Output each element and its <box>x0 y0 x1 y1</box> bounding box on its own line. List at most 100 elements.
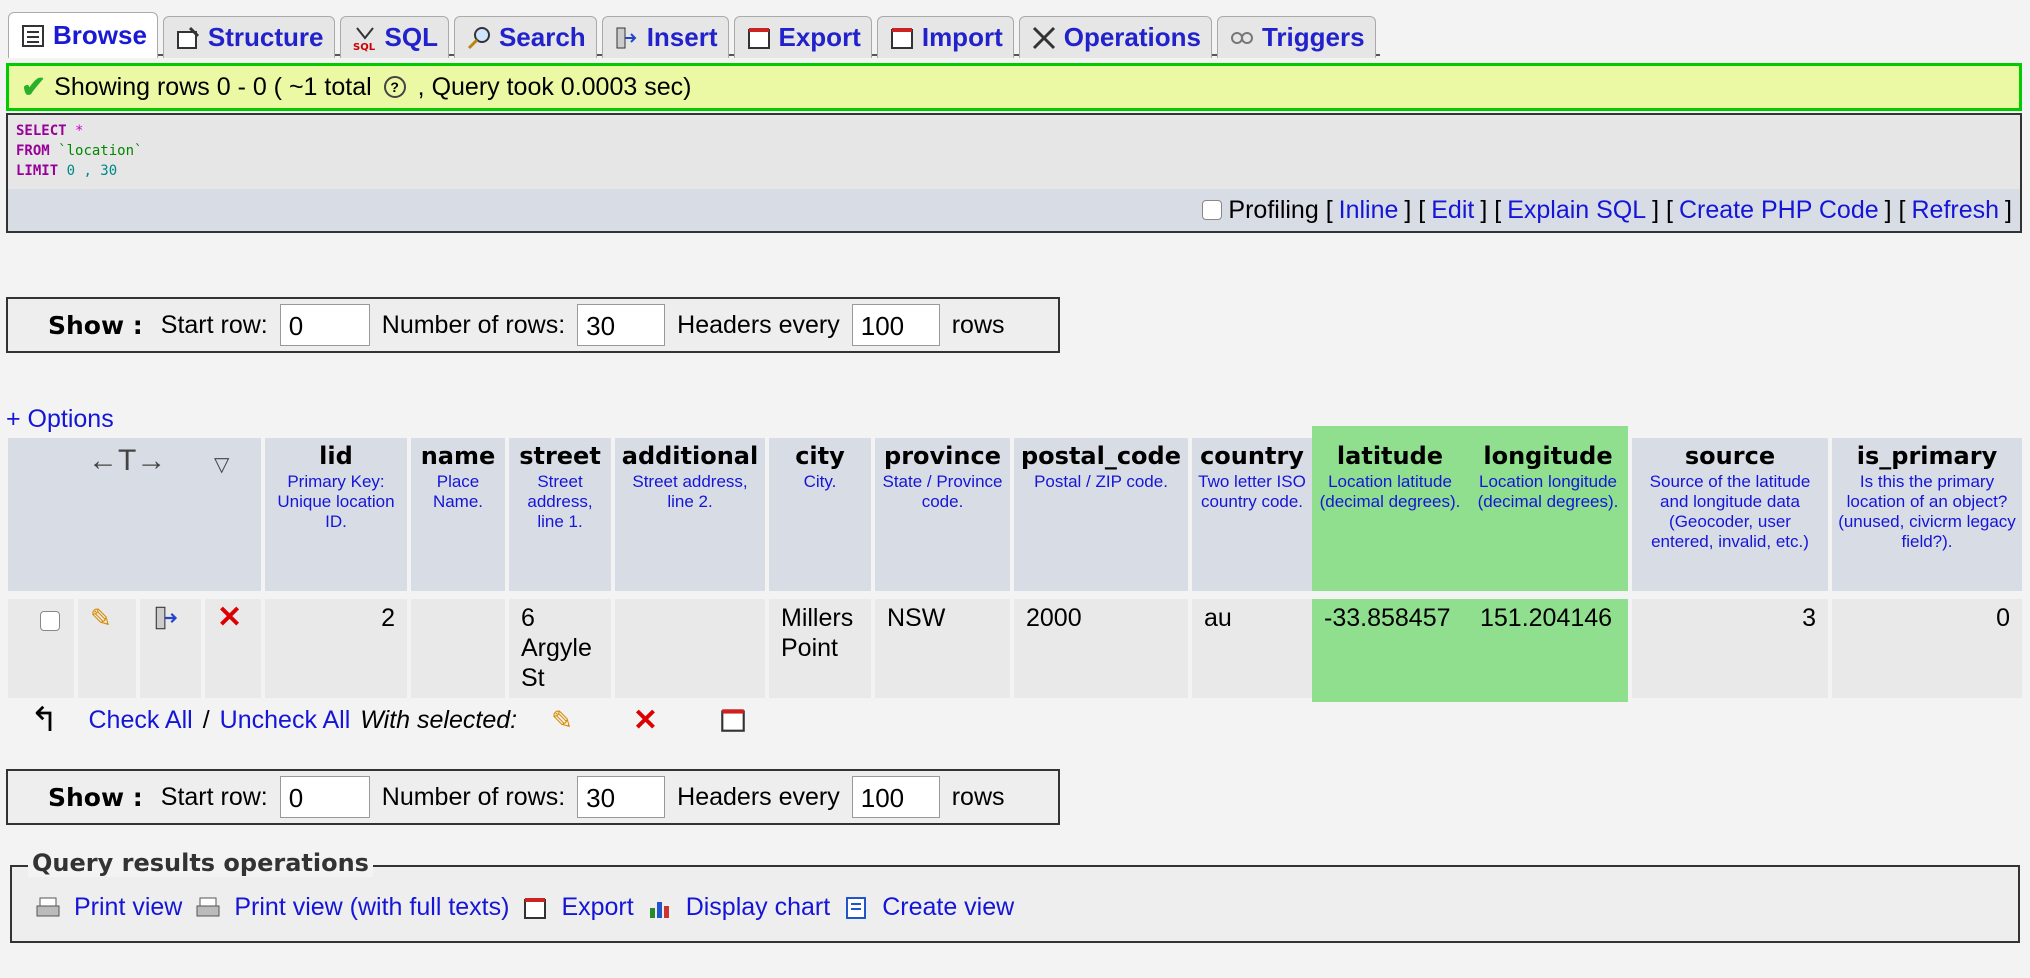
column-name[interactable]: country <box>1192 442 1312 470</box>
separator: ] [ <box>1404 195 1426 224</box>
start-row-input[interactable]: 0 <box>279 304 370 346</box>
number-of-rows-input[interactable]: 30 <box>577 776 666 818</box>
column-comment: Postal / ZIP code. <box>1034 472 1168 491</box>
success-message: ✔ Showing rows 0 - 0 ( ~1 total ? , Quer… <box>6 63 2022 111</box>
row-checkbox[interactable] <box>40 611 60 631</box>
start-row-input[interactable]: 0 <box>279 776 370 818</box>
headers-every-input[interactable]: 100 <box>851 304 940 346</box>
query-results-operations-title: Query results operations <box>28 849 373 877</box>
tab-browse[interactable]: Browse <box>8 12 158 58</box>
operations-icon <box>1032 26 1055 49</box>
tab-insert[interactable]: Insert <box>601 16 729 58</box>
column-name[interactable]: latitude <box>1312 442 1468 470</box>
cell-city[interactable]: Millers Point <box>769 599 871 698</box>
column-header-province[interactable]: province State / Province code. <box>875 438 1010 591</box>
copy-cell <box>140 599 201 698</box>
check-all-link[interactable]: Check All <box>89 706 193 735</box>
delete-selected-icon[interactable]: ✕ <box>633 703 658 738</box>
cell-is-primary[interactable]: 0 <box>1832 599 2022 698</box>
number-of-rows-input[interactable]: 30 <box>577 304 666 346</box>
tab-sql[interactable]: SQL SQL <box>339 16 449 58</box>
profiling-checkbox[interactable] <box>1202 200 1223 220</box>
column-header-city[interactable]: city City. <box>769 438 871 591</box>
insert-copy-icon[interactable] <box>152 603 182 633</box>
create-view-link[interactable]: Create view <box>882 893 1014 922</box>
column-header-lid[interactable]: lid Primary Key: Unique location ID. <box>265 438 407 591</box>
show-button[interactable]: Show : <box>48 311 143 340</box>
tab-search[interactable]: Search <box>453 16 597 58</box>
number-of-rows-label: Number of rows: <box>381 310 566 339</box>
column-comment: Street address, line 2. <box>632 472 748 511</box>
svg-text:SQL: SQL <box>353 42 376 52</box>
export-icon <box>524 897 547 919</box>
options-link[interactable]: + Options <box>6 405 114 434</box>
column-name[interactable]: name <box>411 442 505 470</box>
cell-source[interactable]: 3 <box>1632 599 1828 698</box>
tab-import[interactable]: Import <box>876 16 1014 58</box>
display-chart-link[interactable]: Display chart <box>686 893 831 922</box>
column-header-street[interactable]: street Street address, line 1. <box>509 438 611 591</box>
column-name[interactable]: is_primary <box>1832 442 2022 470</box>
start-row-label: Start row: <box>160 310 268 339</box>
column-name[interactable]: additional <box>615 442 765 470</box>
column-comment: Street address, line 1. <box>527 472 593 531</box>
edit-link[interactable]: Edit <box>1431 196 1474 225</box>
query-operations-links: Print view Print view (with full texts) … <box>34 893 1014 922</box>
uncheck-all-link[interactable]: Uncheck All <box>220 706 351 735</box>
column-sort-arrows[interactable]: ←T→ <box>88 444 166 478</box>
column-header-source[interactable]: source Source of the latitude and longitu… <box>1632 438 1828 591</box>
cell-lid[interactable]: 2 <box>265 599 407 698</box>
structure-icon <box>176 26 199 49</box>
column-header-additional[interactable]: additional Street address, line 2. <box>615 438 765 591</box>
cell-country[interactable]: au <box>1192 599 1312 698</box>
column-name[interactable]: source <box>1632 442 1828 470</box>
column-header-country[interactable]: country Two letter ISO country code. <box>1192 438 1312 591</box>
create-php-code-link[interactable]: Create PHP Code <box>1679 196 1879 225</box>
column-name[interactable]: longitude <box>1468 442 1628 470</box>
slash-separator: / <box>202 705 210 734</box>
column-header-longitude[interactable]: longitude Location longitude (decimal deg… <box>1468 426 1628 591</box>
cell-postal-code[interactable]: 2000 <box>1014 599 1188 698</box>
multi-row-actions: ↰ Check All / Uncheck All With selected:… <box>30 700 748 740</box>
sql-table: `location` <box>58 143 143 159</box>
refresh-link[interactable]: Refresh <box>1912 196 2000 225</box>
cell-name[interactable] <box>411 599 505 698</box>
print-full-icon <box>196 897 220 916</box>
export-selected-icon[interactable] <box>718 705 748 735</box>
checkmark-icon: ✔ <box>21 70 47 104</box>
help-icon[interactable]: ? <box>383 76 406 98</box>
tab-label: Insert <box>646 22 718 52</box>
dropdown-triangle-icon[interactable]: ▽ <box>214 452 229 477</box>
print-view-full-link[interactable]: Print view (with full texts) <box>234 893 509 922</box>
column-name[interactable]: lid <box>265 442 407 470</box>
column-header-postal-code[interactable]: postal_code Postal / ZIP code. <box>1014 438 1188 591</box>
cell-province[interactable]: NSW <box>875 599 1010 698</box>
edit-pencil-icon[interactable]: ✎ <box>90 603 112 633</box>
column-name[interactable]: postal_code <box>1014 442 1188 470</box>
cell-street[interactable]: 6 Argyle St <box>509 599 611 698</box>
show-button[interactable]: Show : <box>48 783 143 812</box>
column-header-name[interactable]: name Place Name. <box>411 438 505 591</box>
headers-every-input[interactable]: 100 <box>851 776 940 818</box>
column-header-latitude[interactable]: latitude Location latitude (decimal degre… <box>1312 426 1468 591</box>
headers-every-label: Headers every <box>677 310 840 339</box>
cell-latitude[interactable]: -33.858457 <box>1312 599 1468 702</box>
tab-structure[interactable]: Structure <box>162 16 335 58</box>
tab-triggers[interactable]: Triggers <box>1216 16 1376 58</box>
chart-icon <box>649 901 669 918</box>
print-view-link[interactable]: Print view <box>74 893 182 922</box>
cell-longitude[interactable]: 151.204146 <box>1468 599 1628 702</box>
cell-additional[interactable] <box>615 599 765 698</box>
column-name[interactable]: city <box>769 442 871 470</box>
explain-sql-link[interactable]: Explain SQL <box>1507 196 1646 225</box>
edit-selected-icon[interactable]: ✎ <box>551 705 573 736</box>
column-header-is-primary[interactable]: is_primary Is this the primary location o… <box>1832 438 2022 591</box>
column-name[interactable]: street <box>509 442 611 470</box>
inline-link[interactable]: Inline <box>1339 196 1399 225</box>
tab-operations[interactable]: Operations <box>1018 16 1212 58</box>
delete-icon[interactable]: ✕ <box>217 601 242 634</box>
tab-export[interactable]: Export <box>733 16 872 58</box>
sql-keyword[interactable]: SELECT <box>16 123 67 139</box>
export-link[interactable]: Export <box>561 893 633 922</box>
column-name[interactable]: province <box>875 442 1010 470</box>
